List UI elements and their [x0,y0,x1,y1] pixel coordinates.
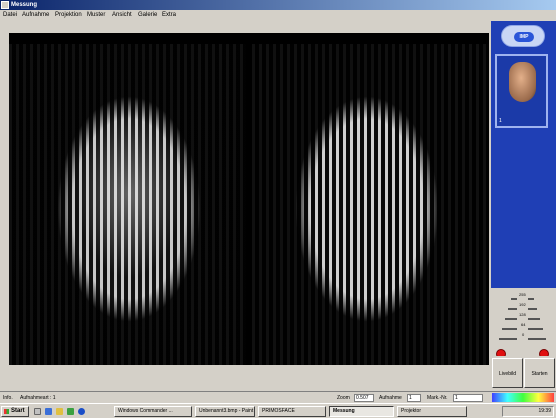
menu-datei[interactable]: Datei [3,12,17,19]
meter-label-192: 192 [519,302,526,307]
menu-muster[interactable]: Muster [87,12,105,19]
menu-projektion[interactable]: Projektion [55,12,82,19]
task-paint[interactable]: Unbenannt3.bmp - Paint [195,406,255,417]
window-title: Messung [11,2,38,8]
task-messung[interactable]: Messung [329,406,394,417]
folder-icon[interactable] [56,408,63,415]
status-bar: Info. Aufnahmeart : 1 Zoom 0.507 Aufnahm… [0,391,556,403]
status-info: Info. [3,395,13,401]
meter-bar [528,328,543,330]
meter-label-0: 0 [522,332,525,337]
mark-label: Mark.-Nr. [427,395,448,401]
meter-bar [511,298,517,300]
mark-field[interactable]: 1 [453,394,483,402]
scan-thumbnail[interactable]: 1 [495,54,548,128]
zoom-label: Zoom [337,395,350,401]
aufnahme-label: Aufnahme [379,395,402,401]
meter-bar [502,328,517,330]
meter-bar [528,318,540,320]
meter-label-64: 64 [521,322,526,327]
browser-icon[interactable] [45,408,52,415]
title-bar[interactable]: Messung [0,0,556,10]
menu-extra[interactable]: Extra [162,12,176,19]
meter-bar [508,308,517,310]
right-camera-image [252,44,489,365]
livebild-button[interactable]: Livebild [492,358,523,388]
start-button[interactable]: Start [1,406,29,417]
company-logo: IMP [501,25,545,47]
task-projektor[interactable]: Projektor [397,406,467,417]
app-icon[interactable] [67,408,74,415]
application-window: Messung Datei Aufnahme Projektion Muster… [0,0,556,418]
face-preview [509,62,536,102]
task-windows-commander[interactable]: Windows Commander ... [114,406,192,417]
left-camera-image [9,44,246,365]
meter-bar [528,338,546,340]
menu-galerie[interactable]: Galerie [138,12,157,19]
menu-ansicht[interactable]: Ansicht [112,12,132,19]
menu-bar: Datei Aufnahme Projektion Muster Ansicht… [0,10,556,21]
meter-bar [528,298,534,300]
desktop-icon[interactable] [34,408,41,415]
menu-aufnahme[interactable]: Aufnahme [22,12,49,19]
app-icon [1,1,9,9]
status-aufnahmeart: Aufnahmeart : 1 [20,395,56,401]
task-primosface[interactable]: PRIMOSFACE [258,406,326,417]
zoom-field[interactable]: 0.507 [354,394,374,402]
meter-bar [528,308,537,310]
network-icon[interactable] [78,408,85,415]
taskbar: Start Windows Commander ... Unbenannt3.b… [0,403,556,418]
color-scale [492,393,554,402]
meter-label-255: 255 [519,292,526,297]
thumbnail-number: 1 [499,118,502,124]
starten-button[interactable]: Starten [524,358,555,388]
side-panel: IMP 1 255 192 128 64 0 L R [491,21,556,391]
mode-buttons: Livebild Starten [491,356,556,391]
meter-bar [499,338,517,340]
meter-bar [505,318,517,320]
image-viewer[interactable] [9,33,489,365]
aufnahme-field[interactable]: 1 [407,394,421,402]
meter-label-128: 128 [519,312,526,317]
system-tray-clock: 19:39 [502,406,554,417]
